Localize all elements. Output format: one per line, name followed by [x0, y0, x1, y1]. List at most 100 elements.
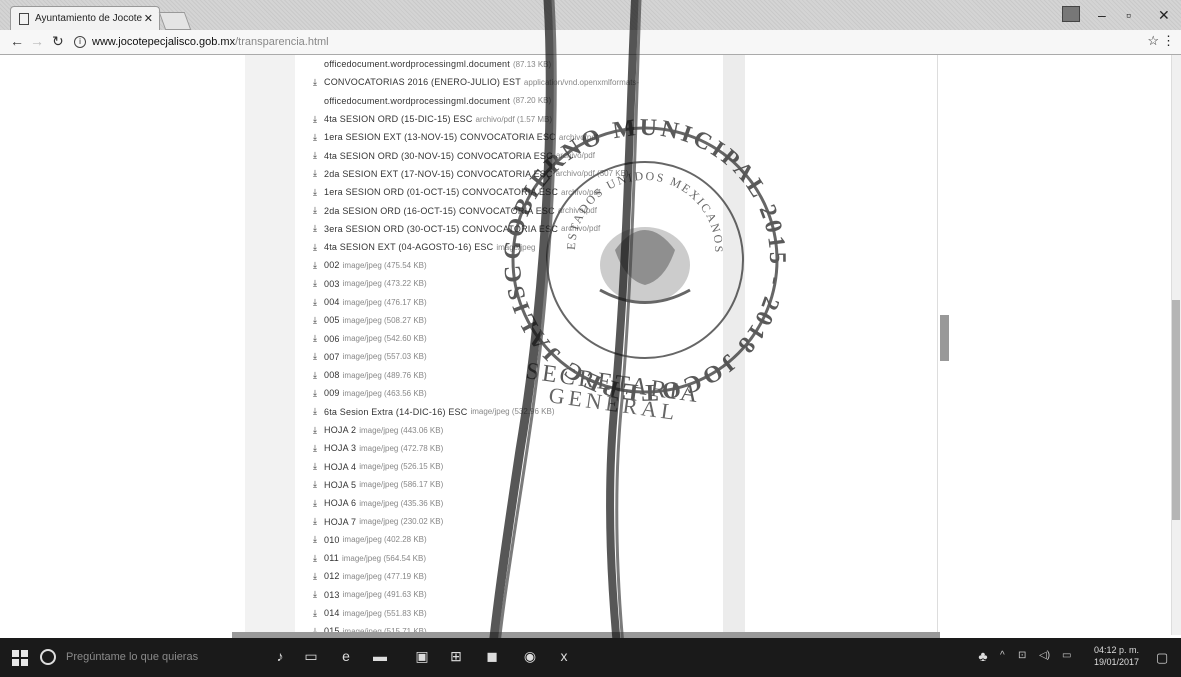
file-explorer-icon[interactable]: ▬ — [372, 648, 388, 664]
file-list-item[interactable]: ⤓ 4ta SESION ORD (15-DIC-15) ESC archivo/p… — [313, 110, 733, 128]
download-icon[interactable]: ⤓ — [313, 187, 324, 198]
file-name[interactable]: HOJA 2 — [324, 425, 356, 435]
download-icon[interactable]: ⤓ — [313, 114, 324, 125]
file-name[interactable]: 010 — [324, 535, 340, 545]
cortana-search-box[interactable]: Pregúntame lo que quieras — [40, 646, 270, 668]
file-list-item[interactable]: ⤓ 013 image/jpeg (491.63 KB) — [313, 586, 733, 604]
close-tab-icon[interactable]: ✕ — [144, 12, 153, 25]
file-list-item[interactable]: ⤓ 011 image/jpeg (564.54 KB) — [313, 549, 733, 567]
reload-icon[interactable]: ↻ — [52, 33, 64, 50]
download-icon[interactable]: ⤓ — [313, 498, 324, 509]
download-icon[interactable]: ⤓ — [313, 351, 324, 362]
file-name[interactable]: HOJA 4 — [324, 462, 356, 472]
file-name[interactable]: 4ta SESION ORD (30-NOV-15) CONVOCATORIA … — [324, 151, 553, 161]
info-icon[interactable]: i — [74, 35, 86, 48]
excel-icon[interactable]: x — [556, 648, 572, 664]
file-name[interactable]: 2da SESION ORD (16-OCT-15) CONVOCATORIA … — [324, 206, 555, 216]
file-name[interactable]: 012 — [324, 571, 340, 581]
store-icon[interactable]: ⊞ — [448, 648, 464, 664]
profile-icon[interactable] — [1062, 6, 1080, 22]
file-name[interactable]: 1era SESION EXT (13-NOV-15) CONVOCATORIA… — [324, 132, 556, 142]
task-view-icon[interactable]: ▭ — [303, 648, 319, 664]
file-list-item[interactable]: ⤓ 3era SESION ORD (30-OCT-15) CONVOCATORI… — [313, 220, 733, 238]
microphone-icon[interactable]: ♪ — [272, 648, 288, 664]
file-name[interactable]: 005 — [324, 315, 340, 325]
download-icon[interactable]: ⤓ — [313, 534, 324, 545]
download-icon[interactable]: ⤓ — [313, 242, 324, 253]
keyboard-icon[interactable]: ▭ — [1062, 650, 1071, 661]
file-list-item[interactable]: ⤓ HOJA 2 image/jpeg (443.06 KB) — [313, 421, 733, 439]
page-scrollbar-thumb[interactable] — [1172, 300, 1180, 520]
file-list-item[interactable]: ⤓ 006 image/jpeg (542.60 KB) — [313, 329, 733, 347]
file-name[interactable]: 004 — [324, 297, 340, 307]
download-icon[interactable]: ⤓ — [313, 443, 324, 454]
file-list-item[interactable]: ⤓ 003 image/jpeg (473.22 KB) — [313, 275, 733, 293]
file-name[interactable]: 013 — [324, 590, 340, 600]
network-icon[interactable]: ⊡ — [1018, 650, 1026, 661]
file-name[interactable]: 011 — [324, 553, 339, 563]
file-list-item[interactable]: ⤓ 2da SESION ORD (16-OCT-15) CONVOCATORIA… — [313, 201, 733, 219]
file-name[interactable]: 009 — [324, 388, 340, 398]
download-icon[interactable]: ⤓ — [313, 461, 324, 472]
file-name[interactable]: 002 — [324, 260, 340, 270]
file-list-item[interactable]: officedocument.wordprocessingml.document… — [313, 55, 733, 73]
file-list-item[interactable]: ⤓ 004 image/jpeg (476.17 KB) — [313, 293, 733, 311]
minimize-icon[interactable]: – — [1098, 7, 1106, 23]
file-name[interactable]: 008 — [324, 370, 340, 380]
maximize-icon[interactable]: ▫ — [1126, 7, 1131, 23]
file-list-item[interactable]: ⤓ HOJA 5 image/jpeg (586.17 KB) — [313, 476, 733, 494]
download-icon[interactable]: ⤓ — [313, 315, 324, 326]
system-clock[interactable]: 04:12 p. m. 19/01/2017 — [1094, 644, 1139, 668]
file-list-item[interactable]: ⤓ 007 image/jpeg (557.03 KB) — [313, 348, 733, 366]
file-list-item[interactable]: ⤓ 4ta SESION EXT (04-AGOSTO-16) ESC image/… — [313, 238, 733, 256]
file-list-item[interactable]: ⤓ HOJA 3 image/jpeg (472.78 KB) — [313, 439, 733, 457]
file-list-item[interactable]: ⤓ 014 image/jpeg (551.83 KB) — [313, 604, 733, 622]
browser-tab[interactable]: Ayuntamiento de Jocote ✕ — [10, 6, 160, 30]
edge-icon[interactable]: e — [338, 648, 354, 664]
windows-start-icon[interactable] — [12, 650, 28, 666]
file-list-item[interactable]: ⤓ 009 image/jpeg (463.56 KB) — [313, 384, 733, 402]
file-name[interactable]: CONVOCATORIAS 2016 (ENERO-JULIO) EST — [324, 77, 521, 87]
file-name[interactable]: 003 — [324, 279, 340, 289]
download-icon[interactable]: ⤓ — [313, 406, 324, 417]
download-icon[interactable]: ⤓ — [313, 168, 324, 179]
notifications-icon[interactable]: ▢ — [1156, 650, 1168, 666]
download-icon[interactable]: ⤓ — [313, 223, 324, 234]
download-icon[interactable]: ⤓ — [313, 388, 324, 399]
file-list-item[interactable]: officedocument.wordprocessingml.document… — [313, 92, 733, 110]
download-icon[interactable]: ⤓ — [313, 553, 324, 564]
download-icon[interactable]: ⤓ — [313, 608, 324, 619]
file-name[interactable]: 4ta SESION ORD (15-DIC-15) ESC — [324, 114, 473, 124]
download-icon[interactable]: ⤓ — [313, 205, 324, 216]
download-icon[interactable]: ⤓ — [313, 260, 324, 271]
browser-menu-icon[interactable]: ⋮ — [1162, 33, 1175, 49]
file-list-item[interactable]: ⤓ 1era SESION ORD (01-OCT-15) CONVOCATORI… — [313, 183, 733, 201]
file-list-item[interactable]: ⤓ 4ta SESION ORD (30-NOV-15) CONVOCATORIA… — [313, 146, 733, 164]
file-name[interactable]: HOJA 3 — [324, 443, 356, 453]
download-icon[interactable]: ⤓ — [313, 132, 324, 143]
download-icon[interactable]: ⤓ — [313, 77, 324, 88]
bookmark-star-icon[interactable]: ☆ — [1147, 33, 1159, 49]
download-icon[interactable]: ⤓ — [313, 297, 324, 308]
file-name[interactable]: 1era SESION ORD (01-OCT-15) CONVOCATORIA… — [324, 187, 558, 197]
download-icon[interactable]: ⤓ — [313, 333, 324, 344]
chevron-up-icon[interactable]: ^ — [1000, 650, 1005, 661]
file-name[interactable]: 007 — [324, 352, 340, 362]
download-icon[interactable]: ⤓ — [313, 589, 324, 600]
address-bar[interactable]: i www.jocotepecjalisco.gob.mx /transpare… — [74, 33, 1154, 50]
file-list-item[interactable]: ⤓ 002 image/jpeg (475.54 KB) — [313, 256, 733, 274]
file-name[interactable]: 6ta Sesion Extra (14-DIC-16) ESC — [324, 407, 467, 417]
inner-scroll-thumb[interactable] — [940, 315, 949, 361]
new-tab-button[interactable] — [158, 12, 192, 30]
file-name[interactable]: 2da SESION EXT (17-NOV-15) CONVOCATORIA … — [324, 169, 553, 179]
file-list-item[interactable]: ⤓ CONVOCATORIAS 2016 (ENERO-JULIO) EST app… — [313, 73, 733, 91]
download-icon[interactable]: ⤓ — [313, 370, 324, 381]
file-name[interactable]: 006 — [324, 334, 340, 344]
user-tray-icon[interactable]: ♣ — [973, 648, 993, 664]
file-list-item[interactable]: ⤓ 6ta Sesion Extra (14-DIC-16) ESC image/j… — [313, 403, 733, 421]
forward-arrow-icon[interactable]: → — [30, 33, 44, 49]
file-name[interactable]: 4ta SESION EXT (04-AGOSTO-16) ESC — [324, 242, 493, 252]
app-icon[interactable]: ▣ — [414, 648, 430, 664]
file-list-item[interactable]: ⤓ 008 image/jpeg (489.76 KB) — [313, 366, 733, 384]
download-icon[interactable]: ⤓ — [313, 516, 324, 527]
